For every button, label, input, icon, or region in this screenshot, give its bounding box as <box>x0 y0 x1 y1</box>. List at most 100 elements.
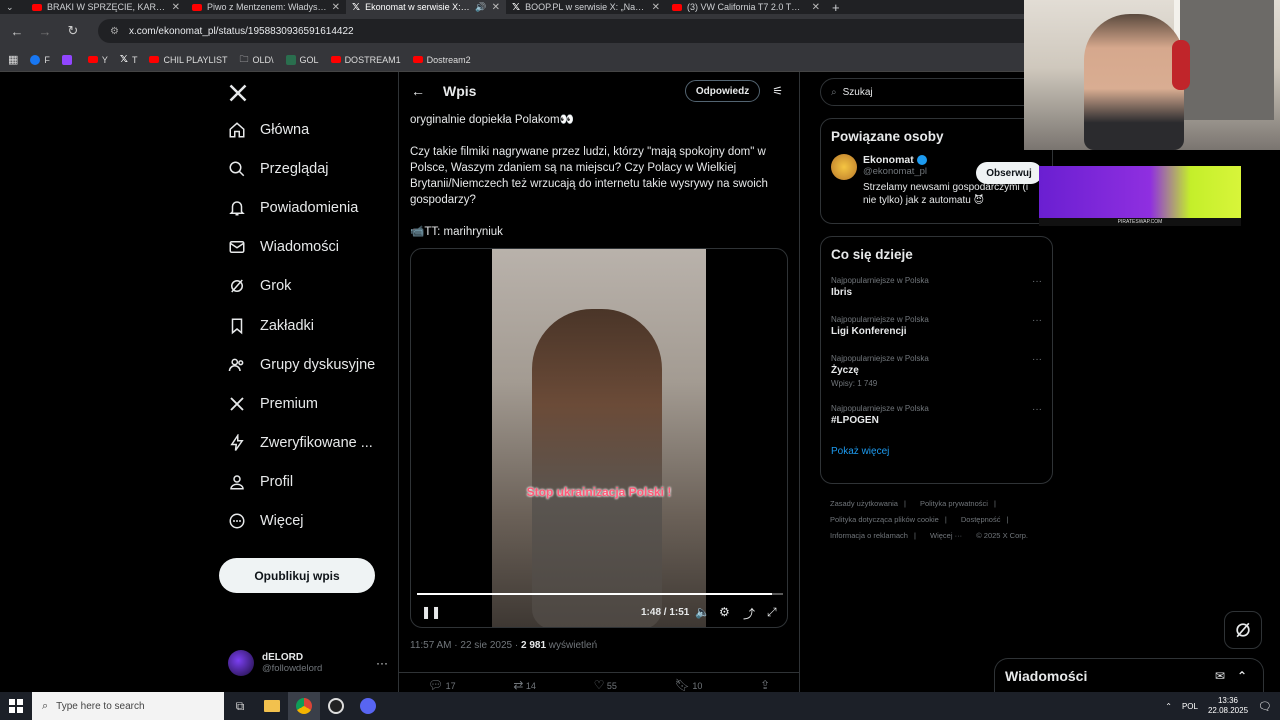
like-action[interactable]: ♡ 55 <box>594 678 617 692</box>
reply-button[interactable]: Odpowiedz <box>684 80 761 102</box>
bookmark-item[interactable]: Y <box>87 55 108 65</box>
trend-item[interactable]: Najpopularniejsze w Polska Ligi Konferen… <box>821 315 1052 337</box>
ad-banner[interactable]: PIRATESWAP.COM <box>1039 166 1241 226</box>
follow-button[interactable]: Obserwuj <box>976 162 1042 184</box>
nav-item-notifications[interactable]: Powiadomienia <box>220 188 395 227</box>
bookmark-item[interactable]: Dostream2 <box>412 55 471 65</box>
file-explorer-icon[interactable] <box>256 692 288 720</box>
messages-drawer[interactable]: Wiadomości ✉ ⌃ <box>994 658 1264 692</box>
windows-start-icon[interactable] <box>0 692 32 720</box>
back-arrow-icon[interactable]: ← <box>411 83 425 99</box>
nav-item-verified-orgs[interactable]: Zweryfikowane ... <box>220 424 395 463</box>
task-view-icon[interactable]: ⧉ <box>224 692 256 720</box>
ad-text: PIRATESWAP.COM <box>1039 218 1241 226</box>
browser-tab-active[interactable]: 𝕏Ekonomat w serwisie X: „Ukr...🔊✕ <box>346 0 506 14</box>
related-name[interactable]: Ekonomat <box>863 154 914 166</box>
pause-icon[interactable]: ❚❚ <box>421 605 441 619</box>
nav-item-more[interactable]: Więcej <box>220 502 395 541</box>
post-button[interactable]: Opublikuj wpis <box>219 558 375 593</box>
nav-item-premium[interactable]: Premium <box>220 384 395 423</box>
more-icon[interactable]: ··· <box>1032 315 1042 326</box>
sliders-icon[interactable]: ⚟ <box>772 84 783 98</box>
browser-tab[interactable]: BRAKI W SPRZĘCIE, KARIERA P...✕ <box>26 0 186 14</box>
search-input[interactable]: ⌕ Szukaj <box>820 78 1053 106</box>
footer-link[interactable]: Polityka dotycząca plików cookie <box>830 515 939 524</box>
bookmark-item[interactable]: DOSTREAM1 <box>330 55 401 65</box>
nav-item-messages[interactable]: Wiadomości <box>220 228 395 267</box>
nav-item-explore[interactable]: Przeglądaj <box>220 149 395 188</box>
close-icon[interactable]: ✕ <box>812 2 820 13</box>
footer-link[interactable]: Polityka prywatności <box>920 499 988 508</box>
discord-icon[interactable] <box>352 692 384 720</box>
rotate-icon[interactable]: ⤴ <box>743 605 755 622</box>
show-more-link[interactable]: Pokaż więcej <box>821 426 1052 457</box>
collapse-up-icon[interactable]: ⌃ <box>1237 669 1247 683</box>
reply-action[interactable]: 💬︎ 17 <box>428 678 456 692</box>
trend-item[interactable]: Najpopularniejsze w Polska Ibris ··· <box>821 276 1052 298</box>
obs-icon[interactable] <box>320 692 352 720</box>
grok-button[interactable] <box>1224 611 1262 649</box>
share-action[interactable]: ⇪ <box>760 678 770 692</box>
nav-item-home[interactable]: Główna <box>220 110 395 149</box>
site-info-icon[interactable]: ⚙ <box>110 26 119 37</box>
new-tab-button[interactable]: + <box>826 0 850 14</box>
tab-list-chevron[interactable]: ⌄ <box>0 0 26 14</box>
close-icon[interactable]: ✕ <box>492 2 500 13</box>
more-icon[interactable]: ··· <box>1032 276 1042 287</box>
bookmark-item[interactable]: GOL <box>285 54 319 65</box>
trend-item[interactable]: Najpopularniejsze w Polska Życzę Wpisy: … <box>821 354 1052 388</box>
bookmark-item[interactable]: 𝕏T <box>120 54 138 65</box>
x-icon: 𝕏 <box>119 54 128 65</box>
youtube-icon <box>149 56 160 63</box>
settings-gear-icon[interactable]: ⚙ <box>719 605 730 619</box>
like-icon: ♡ <box>593 677 605 692</box>
reload-icon[interactable]: ↻ <box>64 23 82 39</box>
back-arrow-icon[interactable]: ← <box>8 24 26 39</box>
fullscreen-icon[interactable]: ⤢ <box>767 605 777 620</box>
more-icon[interactable]: ··· <box>1032 404 1042 415</box>
nav-item-communities[interactable]: Grupy dyskusyjne <box>220 345 395 384</box>
forward-arrow-icon[interactable]: → <box>36 24 54 39</box>
browser-tab[interactable]: Piwo z Mentzenem: Władysław... ✕ <box>186 0 346 14</box>
repost-action[interactable]: ⇄ 14 <box>513 678 536 692</box>
footer-link[interactable]: Więcej ··· <box>930 531 962 540</box>
apps-grid-icon[interactable]: ▦ <box>8 53 18 66</box>
left-navigation: Główna Przeglądaj Powiadomienia Wiadomoś… <box>220 76 395 541</box>
nav-item-profile[interactable]: Profil <box>220 463 395 502</box>
close-icon[interactable]: ✕ <box>652 2 660 13</box>
bookmark-item[interactable] <box>61 54 76 65</box>
bookmark-action[interactable]: 🔖︎ 10 <box>675 678 703 692</box>
x-icon: 𝕏 <box>352 1 361 13</box>
video-player[interactable]: Stop ukrainizacja Polski ! ❚❚ 1:48 / 1:5… <box>410 248 788 628</box>
more-icon[interactable]: ··· <box>376 656 388 670</box>
avatar[interactable] <box>831 154 857 180</box>
compose-message-icon[interactable]: ✉ <box>1215 669 1225 683</box>
account-switcher[interactable]: dELORD @followdelord ··· <box>228 648 388 678</box>
video-progress-track[interactable] <box>417 593 783 595</box>
browser-tab[interactable]: (3) VW California T7 2.0 TDI 150...✕ <box>666 0 826 14</box>
bookmark-folder[interactable]: 🗀 OLD\ <box>240 52 274 68</box>
nav-item-bookmarks[interactable]: Zakładki <box>220 306 395 345</box>
close-icon[interactable]: ✕ <box>332 2 340 13</box>
url-input[interactable]: ⚙ x.com/ekonomat_pl/status/1958830936591… <box>98 19 1098 43</box>
footer-link[interactable]: Informacja o reklamach <box>830 531 908 540</box>
x-logo-icon[interactable] <box>220 76 395 110</box>
bookmark-item[interactable]: F <box>30 54 50 65</box>
browser-tab[interactable]: 𝕏BOOP.PL w serwisie X: „Nagryw...✕ <box>506 0 666 14</box>
close-icon[interactable]: ✕ <box>172 2 180 13</box>
nav-item-grok[interactable]: Grok <box>220 267 395 306</box>
audio-icon[interactable]: 🔊 <box>475 2 486 13</box>
clock[interactable]: 13:36 22.08.2025 <box>1208 696 1248 716</box>
trend-item[interactable]: Najpopularniejsze w Polska #LPOGEN ··· <box>821 404 1052 426</box>
bookmark-item[interactable]: CHIL PLAYLIST <box>149 55 228 65</box>
webcam-overlay <box>1024 0 1280 150</box>
language-indicator[interactable]: POL <box>1182 702 1198 711</box>
more-icon[interactable]: ··· <box>1032 354 1042 365</box>
footer-link[interactable]: Zasady użytkowania <box>830 499 898 508</box>
footer-link[interactable]: Dostępność <box>961 515 1001 524</box>
notifications-icon[interactable]: 🗨 <box>1258 700 1272 713</box>
taskbar-search-input[interactable]: ⌕ Type here to search <box>32 692 224 720</box>
volume-icon[interactable]: 🔈 <box>695 605 710 619</box>
tray-chevron-icon[interactable]: ⌃ <box>1165 702 1172 711</box>
chrome-icon[interactable] <box>288 692 320 720</box>
